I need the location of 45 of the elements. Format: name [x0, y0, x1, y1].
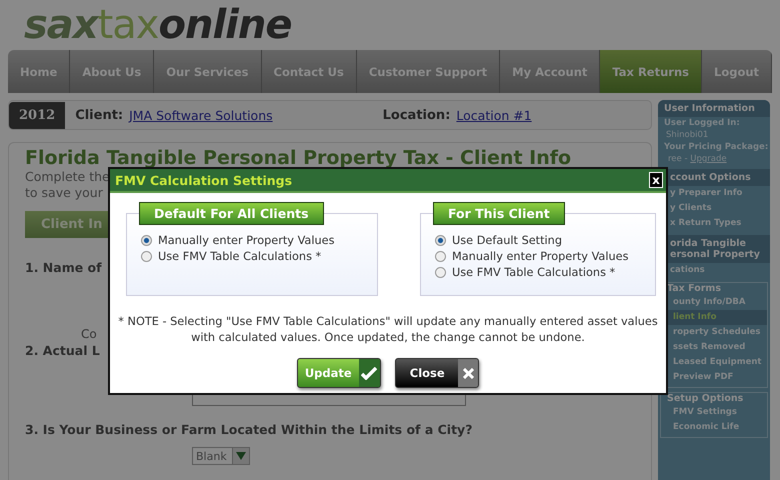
package-text: ree - — [668, 154, 689, 164]
logo-text: saxtaxonline — [24, 1, 292, 50]
radio-button[interactable] — [435, 234, 446, 246]
sidebar-item[interactable]: FMV Settings — [661, 405, 767, 420]
close-icon — [462, 368, 474, 378]
check-icon — [361, 366, 378, 380]
sidebar-item[interactable]: Economic Life — [661, 420, 767, 435]
page-title: Florida Tangible Personal Property Tax - Client Info — [25, 147, 572, 169]
dialog-title: FMV Calculation Settings — [115, 172, 292, 188]
nav-tab[interactable]: Tax Returns — [600, 50, 702, 93]
radio-label[interactable]: Manually enter Property Values — [158, 234, 334, 246]
update-button[interactable]: Update — [297, 358, 381, 388]
user-info-text: Shinobi01 — [665, 129, 710, 141]
section-tab[interactable]: Client In — [25, 211, 111, 238]
client-link[interactable]: JMA Software Solutions — [129, 108, 273, 122]
question-label: 2. Actual L — [25, 343, 100, 358]
upgrade-link[interactable]: Upgrade — [690, 154, 727, 164]
close-button[interactable]: Close — [395, 358, 479, 388]
radio-button[interactable] — [141, 234, 152, 246]
group-title: Tax Forms — [666, 283, 722, 295]
radio-label[interactable]: Use Default Setting — [452, 234, 562, 246]
intro-text: to save your — [25, 185, 103, 201]
note-text: * NOTE - Selecting "Use FMV Table Calculations" will update any manually entered asset values with calculated values. Once updated, the change cannot be undone. — [117, 314, 659, 346]
user-info-text: User Logged In: — [663, 117, 741, 129]
radio-label[interactable]: Use FMV Table Calculations * — [158, 250, 322, 262]
radio-label[interactable]: Use FMV Table Calculations * — [452, 266, 616, 278]
client-label: Client: — [75, 108, 124, 122]
year-badge: 2012 — [9, 102, 66, 128]
question-label: 3. Is Your Business or Farm Located Within the Limits of a City? — [25, 422, 472, 437]
radio-button[interactable] — [435, 250, 446, 262]
radio-button[interactable] — [141, 250, 152, 262]
user-info-text: Your Pricing Package: — [663, 141, 770, 153]
close-button[interactable]: x — [649, 172, 663, 188]
location-link[interactable]: Location #1 — [456, 108, 532, 122]
group-legend: For This Client — [433, 202, 565, 225]
group-title: Setup Options — [666, 393, 744, 405]
dropdown-icon — [236, 452, 246, 460]
group-legend: Default For All Clients — [139, 202, 324, 225]
radio-button[interactable] — [435, 266, 446, 278]
select-field[interactable]: Blank — [192, 447, 250, 465]
sidebar-heading: User Information — [658, 100, 770, 117]
question-label: 1. Name of — [25, 260, 102, 275]
field-label: Co — [81, 327, 97, 341]
location-label: Location: — [382, 108, 450, 122]
radio-label[interactable]: Manually enter Property Values — [452, 250, 628, 262]
